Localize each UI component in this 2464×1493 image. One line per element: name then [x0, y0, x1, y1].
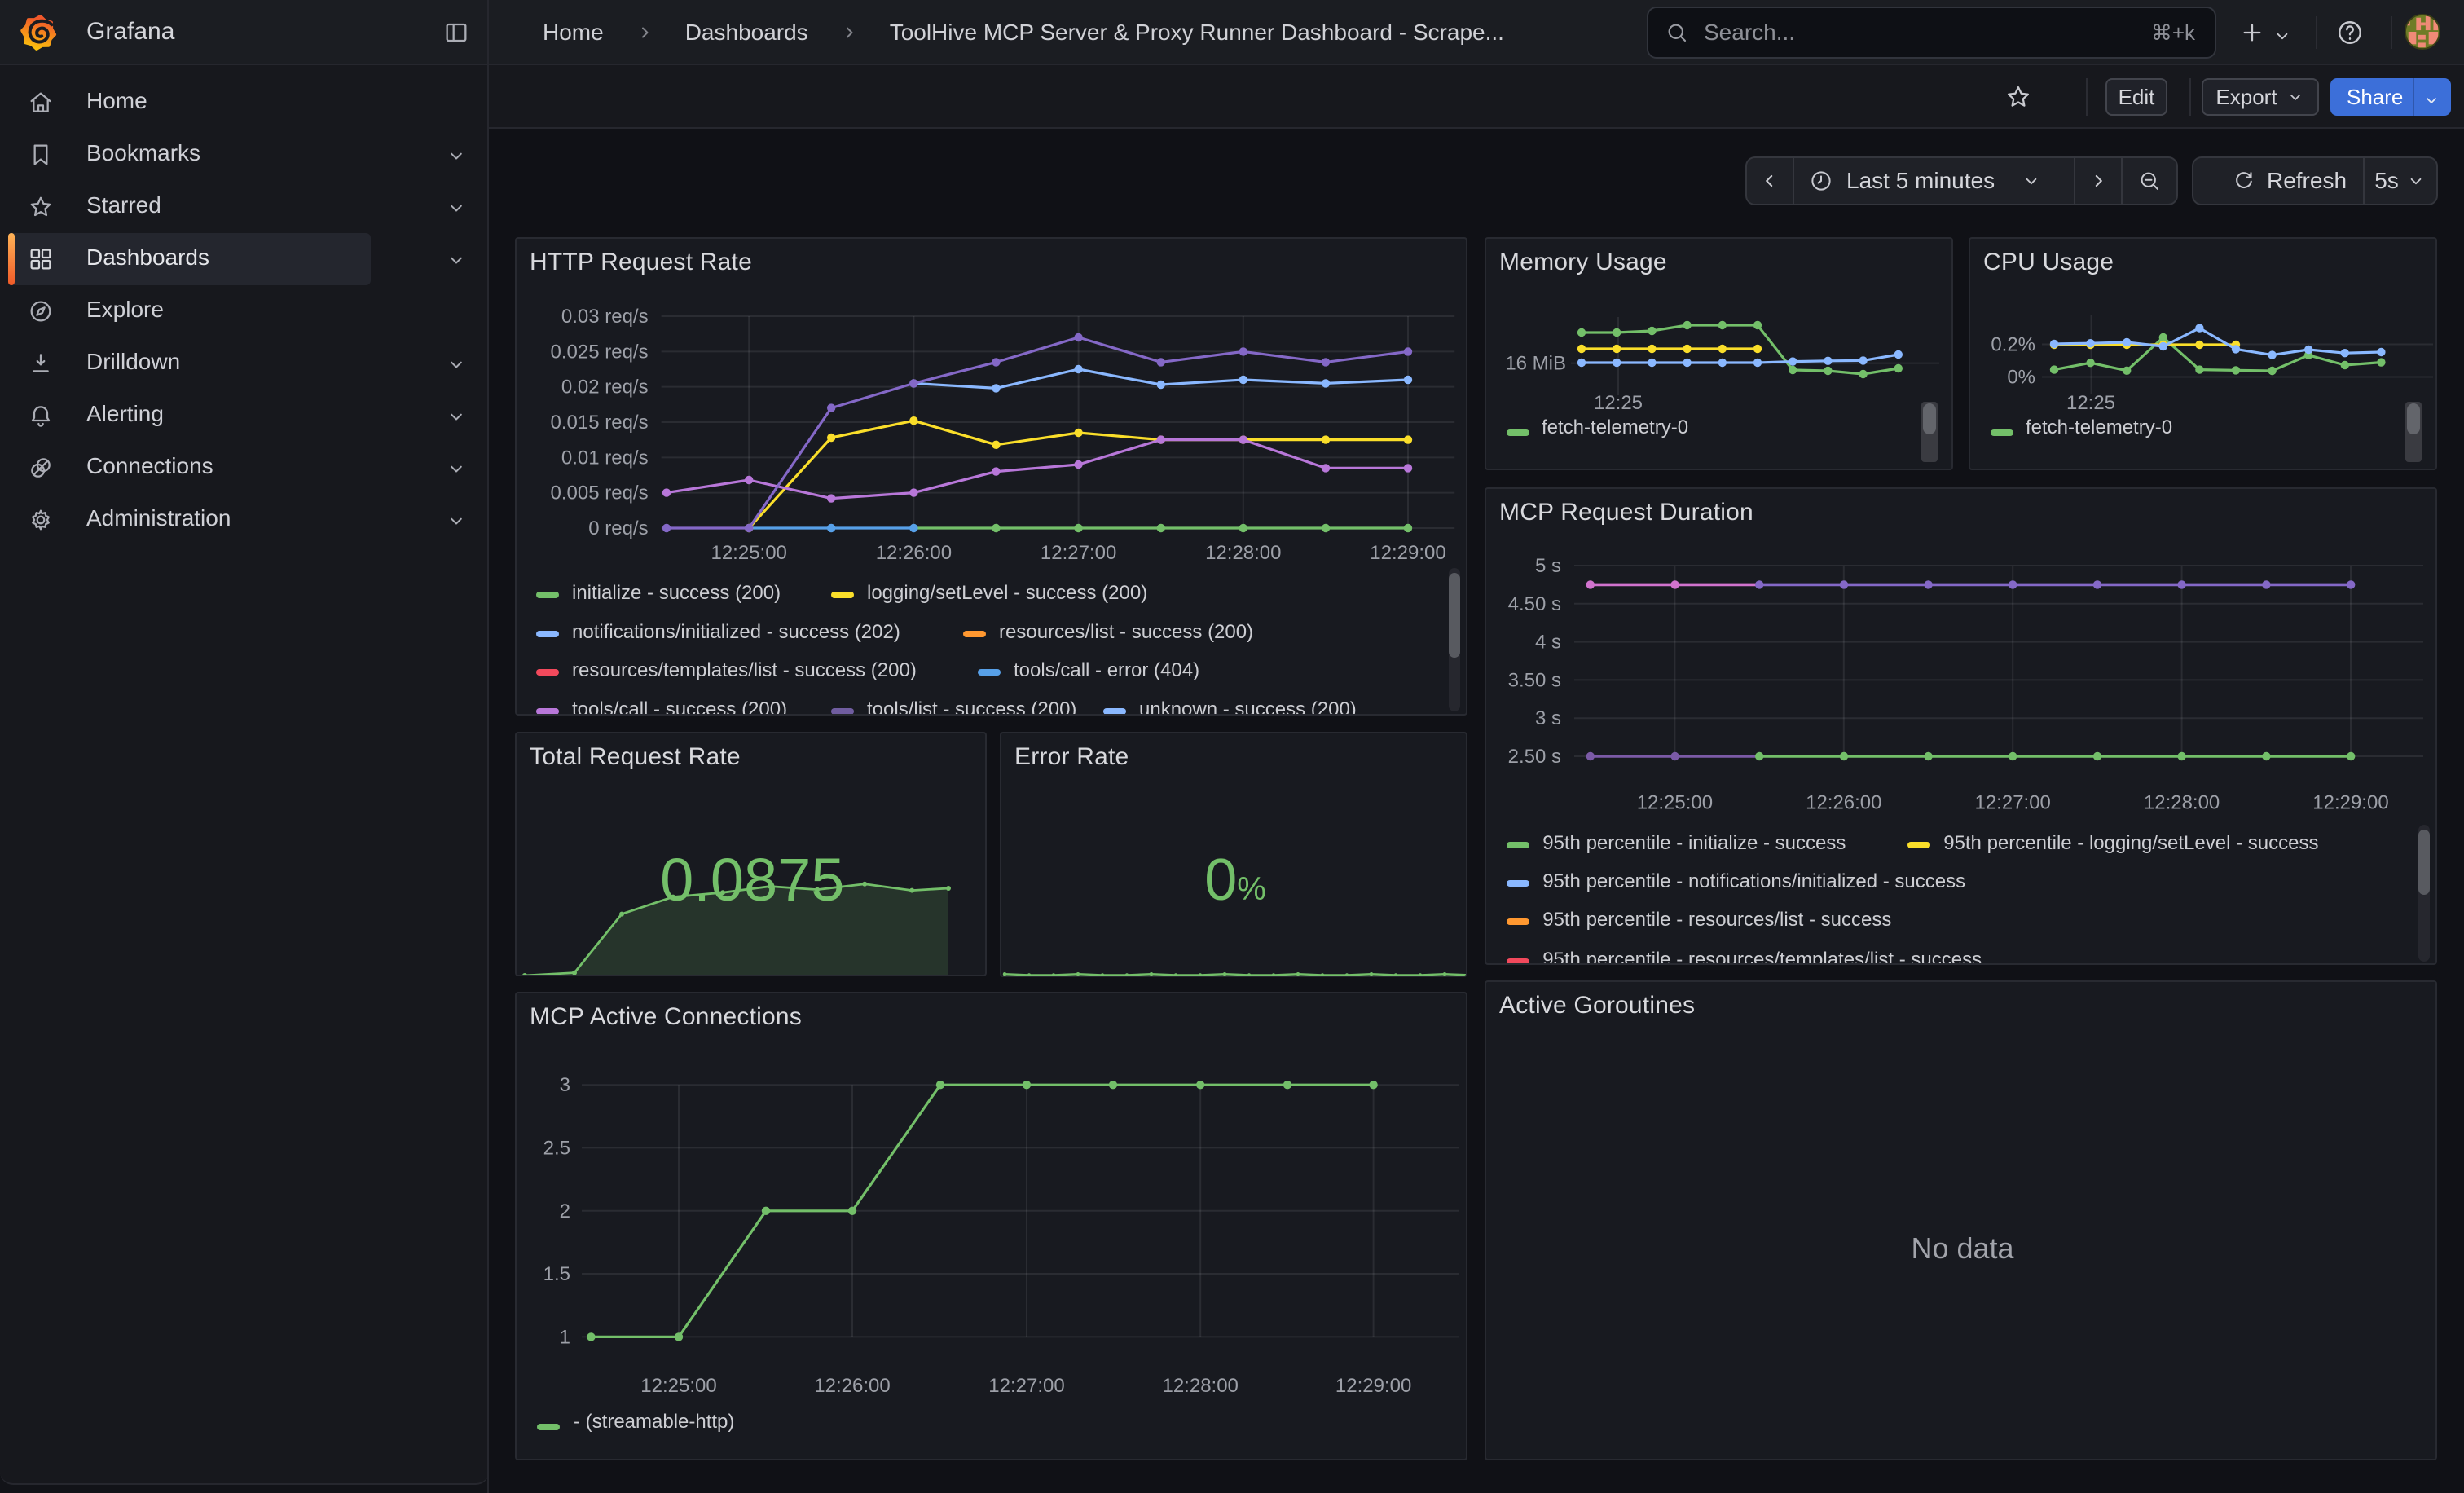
- svg-text:3 s: 3 s: [1535, 707, 1561, 729]
- svg-text:16 MiB: 16 MiB: [1505, 353, 1566, 375]
- svg-text:12:26:00: 12:26:00: [814, 1375, 890, 1397]
- svg-text:12:27:00: 12:27:00: [1975, 791, 2051, 813]
- svg-text:0 req/s: 0 req/s: [588, 517, 648, 540]
- svg-text:12:26:00: 12:26:00: [876, 542, 952, 564]
- svg-text:2.50 s: 2.50 s: [1508, 746, 1561, 768]
- svg-text:0.02 req/s: 0.02 req/s: [561, 377, 649, 399]
- svg-text:12:28:00: 12:28:00: [2144, 791, 2220, 813]
- svg-text:12:25:00: 12:25:00: [640, 1375, 716, 1397]
- svg-text:1: 1: [560, 1326, 570, 1348]
- svg-text:0.015 req/s: 0.015 req/s: [551, 412, 649, 434]
- svg-text:12:27:00: 12:27:00: [988, 1375, 1064, 1397]
- svg-text:0.03 req/s: 0.03 req/s: [561, 306, 649, 328]
- svg-text:12:25: 12:25: [2066, 392, 2115, 414]
- svg-text:12:29:00: 12:29:00: [2312, 791, 2388, 813]
- svg-text:2.5: 2.5: [543, 1137, 570, 1159]
- svg-text:0.01 req/s: 0.01 req/s: [561, 447, 649, 469]
- svg-text:4 s: 4 s: [1535, 632, 1561, 654]
- svg-text:0%: 0%: [2007, 366, 2035, 388]
- svg-text:5 s: 5 s: [1535, 555, 1561, 577]
- svg-text:1.5: 1.5: [543, 1263, 570, 1285]
- svg-text:12:25:00: 12:25:00: [1637, 791, 1713, 813]
- svg-text:12:26:00: 12:26:00: [1806, 791, 1881, 813]
- svg-text:0.005 req/s: 0.005 req/s: [551, 482, 649, 504]
- svg-text:0.025 req/s: 0.025 req/s: [551, 341, 649, 363]
- svg-text:12:29:00: 12:29:00: [1370, 542, 1445, 564]
- svg-text:12:25: 12:25: [1594, 392, 1643, 414]
- svg-text:12:28:00: 12:28:00: [1162, 1375, 1238, 1397]
- svg-text:12:28:00: 12:28:00: [1205, 542, 1281, 564]
- svg-text:0.2%: 0.2%: [1991, 333, 2035, 355]
- svg-text:2: 2: [560, 1200, 570, 1222]
- svg-text:12:29:00: 12:29:00: [1335, 1375, 1411, 1397]
- svg-text:12:27:00: 12:27:00: [1041, 542, 1116, 564]
- svg-text:3.50 s: 3.50 s: [1508, 669, 1561, 691]
- svg-text:3: 3: [560, 1074, 570, 1096]
- svg-text:4.50 s: 4.50 s: [1508, 593, 1561, 615]
- svg-text:12:25:00: 12:25:00: [711, 542, 786, 564]
